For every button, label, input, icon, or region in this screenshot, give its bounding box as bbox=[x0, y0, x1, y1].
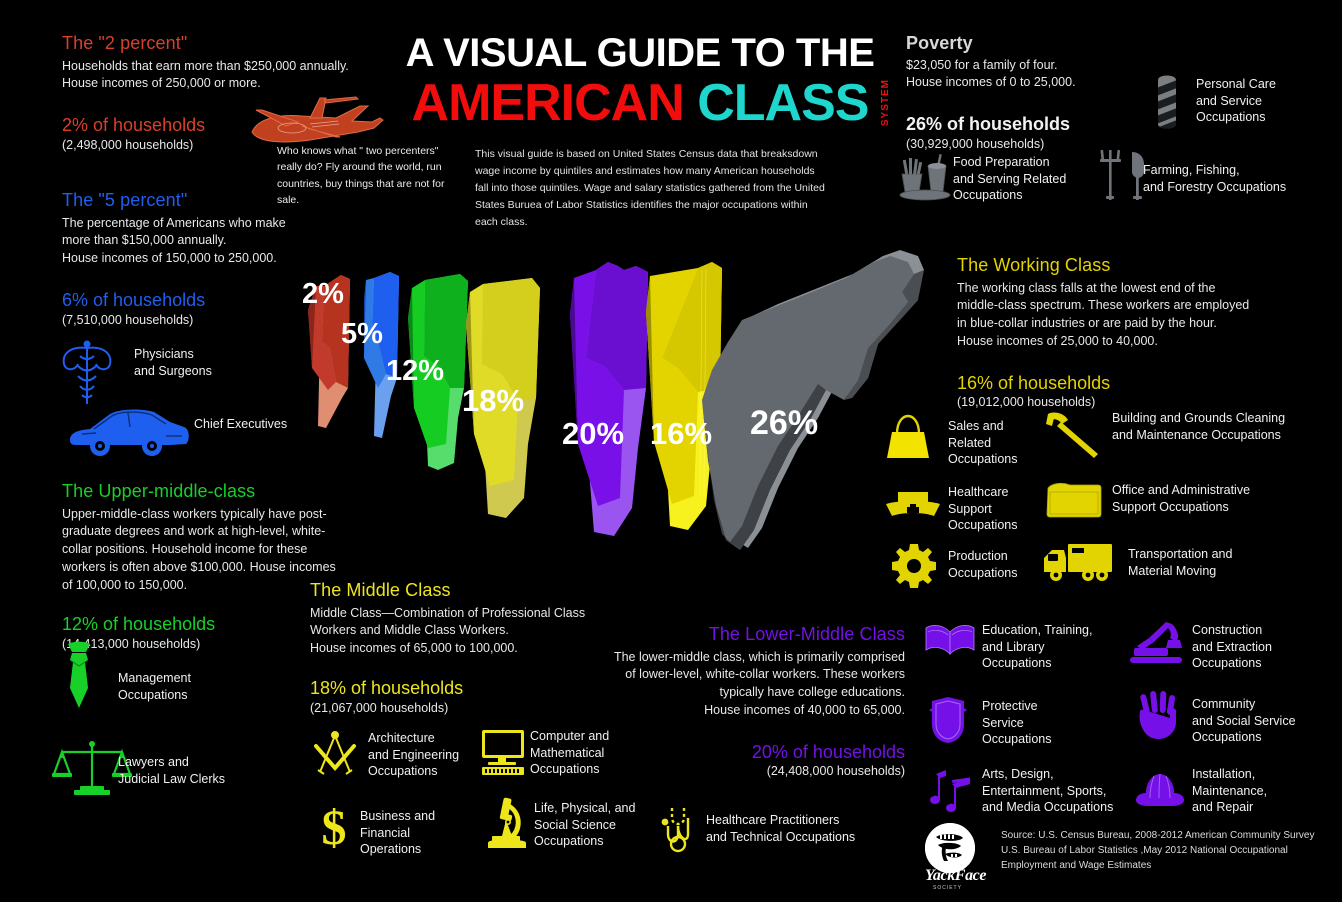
occupation-community-label: Community and Social Service Occupations bbox=[1192, 697, 1296, 745]
page-title: A VISUAL GUIDE TO THE AMERICAN CLASS SYS… bbox=[405, 31, 891, 132]
five-percent-heading: The "5 percent" bbox=[62, 190, 188, 210]
title-word-system: SYSTEM bbox=[880, 78, 891, 126]
intro-paragraph: This visual guide is based on United Sta… bbox=[475, 148, 825, 228]
open-book-icon bbox=[924, 622, 976, 667]
fries-drink-icon bbox=[898, 152, 954, 207]
occupation-personal-care-label: Personal Care and Service Occupations bbox=[1196, 77, 1276, 125]
svg-text:26%: 26% bbox=[750, 404, 818, 442]
poverty-count: (30,929,000 households) bbox=[906, 136, 1045, 151]
middle-class-desc-3: House incomes of 65,000 to 100,000. bbox=[310, 641, 518, 656]
section-lower-middle: The Lower-Middle Class The lower-middle … bbox=[595, 624, 905, 780]
source-line-1: Source: U.S. Census Bureau, 2008-2012 Am… bbox=[1001, 830, 1315, 841]
upper-middle-count: (14,413,000 households) bbox=[62, 637, 201, 652]
title-word-class: CLASS bbox=[697, 74, 869, 132]
desktop-computer-icon bbox=[480, 728, 526, 781]
lower-middle-desc-3: typically have college educations. bbox=[719, 685, 905, 700]
occupation-farming-label: Farming, Fishing, and Forestry Occupatio… bbox=[1143, 163, 1287, 194]
svg-text:2%: 2% bbox=[302, 278, 344, 310]
title-line-2: AMERICAN CLASS SYSTEM bbox=[405, 74, 891, 132]
occupation-chief-executives-label: Chief Executives bbox=[194, 417, 288, 431]
lower-middle-desc-1: The lower-middle class, which is primari… bbox=[613, 649, 905, 664]
middle-class-count: (21,067,000 households) bbox=[310, 700, 449, 715]
working-class-pct: 16% of households bbox=[957, 372, 1111, 393]
pickaxe-icon bbox=[1042, 410, 1102, 465]
poverty-heading: Poverty bbox=[906, 33, 973, 53]
middle-class-pct: 18% of households bbox=[310, 677, 464, 698]
working-class-desc-4: House incomes of 25,000 to 40,000. bbox=[957, 333, 1158, 348]
title-line-1: A VISUAL GUIDE TO THE bbox=[405, 31, 875, 75]
hard-hat-icon bbox=[1132, 768, 1188, 817]
occupation-lawyers-label: Lawyers and Judicial Law Clerks bbox=[118, 755, 225, 786]
svg-text:20%: 20% bbox=[562, 416, 624, 451]
sports-car-icon bbox=[66, 400, 192, 465]
occupation-business-label: Business and Financial Operations bbox=[360, 809, 436, 857]
section-middle-class: The Middle Class Middle Class—Combinatio… bbox=[310, 580, 610, 716]
semi-truck-icon bbox=[1042, 540, 1114, 589]
music-notes-icon bbox=[930, 768, 974, 819]
lower-middle-desc-4: House incomes of 40,000 to 65,000. bbox=[704, 702, 905, 717]
barber-pole-icon bbox=[1152, 70, 1182, 137]
occupation-food-prep-label: Food Preparation and Serving Related Occ… bbox=[953, 155, 1067, 203]
working-class-desc-1: The working class falls at the lowest en… bbox=[957, 280, 1216, 295]
working-class-desc-2: middle-class spectrum. These workers are… bbox=[957, 298, 1250, 313]
lower-middle-count: (24,408,000 households) bbox=[766, 764, 905, 779]
upper-middle-pct: 12% of households bbox=[62, 614, 216, 635]
working-class-count: (19,012,000 households) bbox=[957, 395, 1096, 410]
two-percent-heading: The "2 percent" bbox=[62, 33, 188, 53]
five-percent-desc-1: The percentage of Americans who make bbox=[62, 215, 286, 230]
yackface-logo-sub: SOCIETY bbox=[933, 885, 962, 891]
us-class-map-chart: 2% 5% 12% 18% 20% 16% 26% bbox=[278, 248, 968, 593]
middle-class-desc-1: Middle Class—Combination of Professional… bbox=[310, 605, 586, 620]
title-word-american: AMERICAN bbox=[411, 74, 685, 132]
occupation-protective-service-label: Protective Service Occupations bbox=[982, 699, 1052, 747]
svg-text:$: $ bbox=[322, 800, 347, 852]
section-working-class: The Working Class The working class fall… bbox=[957, 255, 1287, 411]
working-class-heading: The Working Class bbox=[957, 255, 1111, 275]
dollar-sign-icon: $ bbox=[314, 799, 354, 857]
police-badge-icon bbox=[928, 696, 968, 749]
occupation-healthcare-practitioners-label: Healthcare Practitioners and Technical O… bbox=[706, 813, 856, 844]
occupation-architecture-label: Architecture and Engineering Occupations bbox=[368, 731, 460, 779]
excavator-icon bbox=[1128, 620, 1188, 671]
svg-text:12%: 12% bbox=[386, 355, 444, 387]
lower-middle-heading: The Lower-Middle Class bbox=[708, 624, 905, 644]
occupation-installation-label: Installation, Maintenance, and Repair bbox=[1192, 767, 1268, 815]
compass-square-icon bbox=[312, 730, 358, 783]
occupation-management-label: Management Occupations bbox=[118, 671, 191, 702]
file-folder-icon bbox=[1046, 480, 1102, 525]
yackface-logo-mark bbox=[925, 823, 975, 873]
lower-middle-desc-2: of lower-level, white-collar workers. Th… bbox=[625, 667, 905, 682]
map-slice-20pct bbox=[570, 262, 648, 536]
source-block: YackFace SOCIETY Source: U.S. Census Bur… bbox=[925, 823, 1315, 891]
occupation-construction-label: Construction and Extraction Occupations bbox=[1192, 623, 1272, 671]
occupation-education-label: Education, Training, and Library Occupat… bbox=[982, 623, 1093, 671]
map-slice-26pct bbox=[702, 250, 924, 550]
svg-text:18%: 18% bbox=[462, 383, 524, 418]
occupation-physicians-label: Physicians and Surgeons bbox=[134, 347, 212, 378]
svg-text:16%: 16% bbox=[650, 416, 712, 451]
helping-hand-icon bbox=[1136, 690, 1182, 747]
source-line-2: U.S. Bureau of Labor Statistics ,May 201… bbox=[1001, 845, 1288, 856]
private-jet-icon bbox=[240, 88, 385, 150]
stethoscope-icon bbox=[658, 804, 700, 861]
svg-text:5%: 5% bbox=[341, 318, 383, 350]
occupation-arts-label: Arts, Design, Entertainment, Sports, and… bbox=[982, 767, 1114, 815]
two-percent-desc-1: Households that earn more than $250,000 … bbox=[62, 58, 349, 73]
lower-middle-pct: 20% of households bbox=[751, 741, 905, 762]
occupation-office-admin-label: Office and Administrative Support Occupa… bbox=[1112, 483, 1251, 514]
source-line-3: Employment and Wage Estimates bbox=[1001, 860, 1152, 871]
middle-class-desc-2: Workers and Middle Class Workers. bbox=[310, 623, 509, 638]
occupation-life-science-label: Life, Physical, and Social Science Occup… bbox=[534, 801, 636, 849]
necktie-icon bbox=[58, 640, 100, 715]
yackface-logo: YackFace SOCIETY bbox=[925, 823, 987, 891]
working-class-desc-3: in blue-collar industries or are paid by… bbox=[957, 316, 1217, 331]
occupation-building-grounds-label: Building and Grounds Cleaning and Mainte… bbox=[1112, 411, 1286, 442]
occupation-transportation-label: Transportation and Material Moving bbox=[1128, 547, 1233, 578]
microscope-icon bbox=[484, 796, 530, 857]
